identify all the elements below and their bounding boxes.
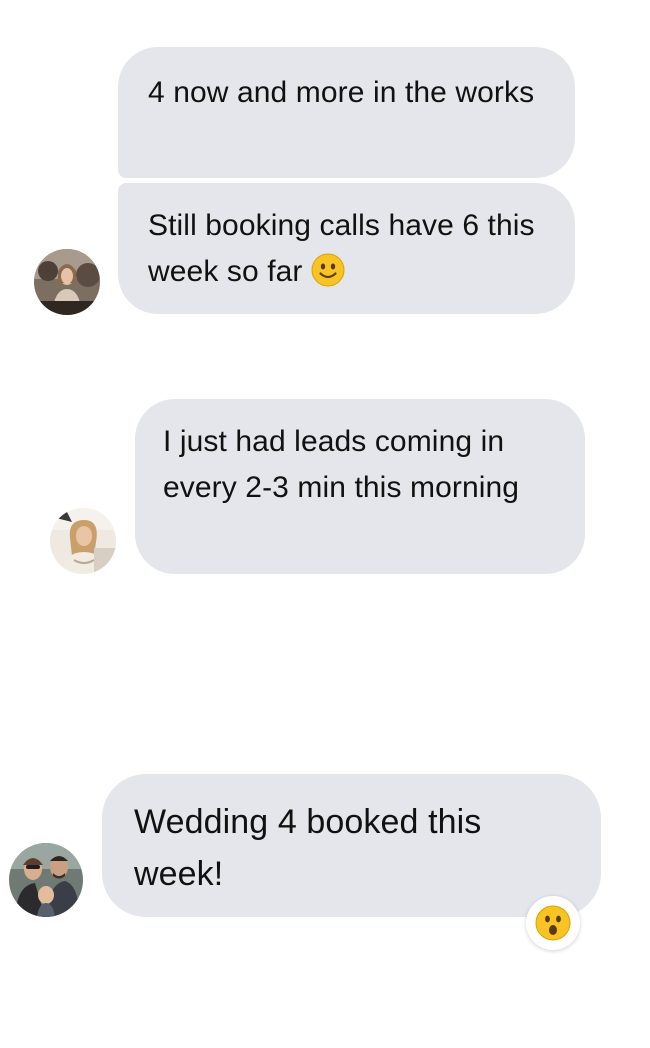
message-bubble[interactable]: 4 now and more in the works [118,47,575,178]
slightly-smiling-face-icon [311,253,345,301]
sender-avatar[interactable] [34,249,100,315]
message-bubble[interactable]: I just had leads coming in every 2-3 min… [135,399,585,574]
astonished-face-icon [535,905,571,941]
message-bubble[interactable]: Still booking calls have 6 this week so … [118,183,575,314]
sender-avatar[interactable] [9,843,83,917]
message-text: 4 now and more in the works [148,76,535,109]
message-text: I just had leads coming in every 2-3 min… [163,425,520,504]
message-text: Wedding 4 booked this week! [134,803,482,893]
message-bubble[interactable]: Wedding 4 booked this week! [102,774,601,917]
message-reaction[interactable] [526,896,580,950]
sender-avatar[interactable] [50,508,116,574]
